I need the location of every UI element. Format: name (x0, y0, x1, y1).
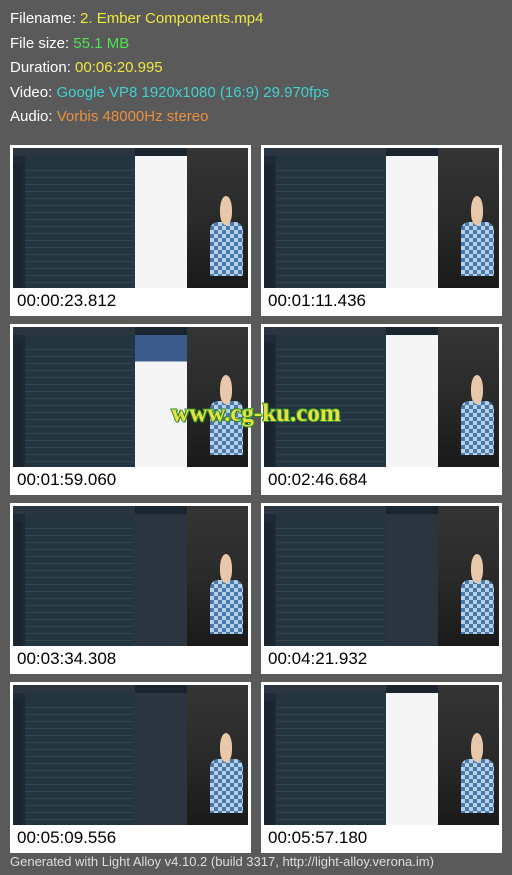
duration-value: 00:06:20.995 (75, 59, 163, 76)
filesize-label: File size: (10, 35, 73, 52)
thumbnail-timestamp: 00:00:23.812 (13, 288, 248, 313)
thumbnail-item[interactable]: 00:05:09.556 (10, 682, 251, 853)
thumbnail-image (13, 148, 248, 288)
metadata-header: Filename: 2. Ember Components.mp4 File s… (0, 0, 512, 137)
thumbnail-item[interactable]: 00:01:59.060 (10, 324, 251, 495)
filename-value: 2. Ember Components.mp4 (80, 10, 263, 27)
thumbnail-timestamp: 00:03:34.308 (13, 646, 248, 671)
filesize-value: 55.1 MB (73, 35, 129, 52)
video-value: Google VP8 1920x1080 (16:9) 29.970fps (56, 84, 329, 101)
thumbnail-timestamp: 00:02:46.684 (264, 467, 499, 492)
video-label: Video: (10, 84, 56, 101)
audio-row: Audio: Vorbis 48000Hz stereo (10, 106, 502, 129)
thumbnail-item[interactable]: 00:03:34.308 (10, 503, 251, 674)
video-row: Video: Google VP8 1920x1080 (16:9) 29.97… (10, 82, 502, 105)
filename-row: Filename: 2. Ember Components.mp4 (10, 8, 502, 31)
thumbnail-image (13, 327, 248, 467)
filename-label: Filename: (10, 10, 80, 27)
duration-row: Duration: 00:06:20.995 (10, 57, 502, 80)
thumbnail-timestamp: 00:05:57.180 (264, 825, 499, 850)
thumbnail-item[interactable]: 00:02:46.684 (261, 324, 502, 495)
audio-label: Audio: (10, 108, 57, 125)
thumbnail-item[interactable]: 00:00:23.812 (10, 145, 251, 316)
thumbnail-image (13, 685, 248, 825)
thumbnail-timestamp: 00:05:09.556 (13, 825, 248, 850)
thumbnail-image (264, 327, 499, 467)
thumbnail-timestamp: 00:01:59.060 (13, 467, 248, 492)
thumbnail-image (13, 506, 248, 646)
thumbnail-item[interactable]: 00:05:57.180 (261, 682, 502, 853)
thumbnail-image (264, 506, 499, 646)
footer-text: Generated with Light Alloy v4.10.2 (buil… (10, 854, 434, 869)
thumbnail-timestamp: 00:04:21.932 (264, 646, 499, 671)
thumbnail-grid: 00:00:23.812 00:01:11.436 00:01:59.060 0… (0, 137, 512, 861)
thumbnail-image (264, 148, 499, 288)
filesize-row: File size: 55.1 MB (10, 33, 502, 56)
thumbnail-item[interactable]: 00:01:11.436 (261, 145, 502, 316)
audio-value: Vorbis 48000Hz stereo (57, 108, 209, 125)
thumbnail-timestamp: 00:01:11.436 (264, 288, 499, 313)
thumbnail-image (264, 685, 499, 825)
thumbnail-item[interactable]: 00:04:21.932 (261, 503, 502, 674)
duration-label: Duration: (10, 59, 75, 76)
